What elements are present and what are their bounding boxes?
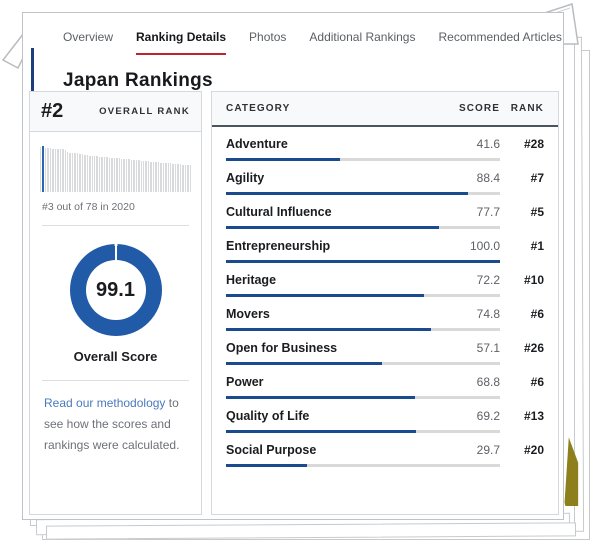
overall-rank-header: #2 OVERALL RANK: [30, 92, 201, 132]
tab-additional-rankings[interactable]: Additional Rankings: [309, 30, 415, 55]
category-label: Movers: [226, 307, 450, 321]
score-value: 68.8: [450, 375, 500, 389]
category-label: Cultural Influence: [226, 205, 450, 219]
tab-ranking-details[interactable]: Ranking Details: [136, 30, 226, 55]
rank-value: #6: [500, 375, 544, 389]
table-row: Adventure 41.6 #28: [212, 127, 558, 161]
overall-score-value: 99.1: [96, 279, 135, 302]
category-label: Quality of Life: [226, 409, 450, 423]
rank-value: #10: [500, 273, 544, 287]
score-value: 57.1: [450, 341, 500, 355]
header-category: CATEGORY: [226, 103, 450, 114]
score-bar-fill: [226, 464, 307, 467]
table-row: Heritage 72.2 #10: [212, 263, 558, 297]
score-value: 100.0: [450, 239, 500, 253]
table-row: Power 68.8 #6: [212, 365, 558, 399]
score-value: 88.4: [450, 171, 500, 185]
rank-value: #7: [500, 171, 544, 185]
category-label: Power: [226, 375, 450, 389]
rank-value: #28: [500, 137, 544, 151]
rank-value: #26: [500, 341, 544, 355]
rank-value: #6: [500, 307, 544, 321]
divider: [42, 225, 189, 226]
rank-histogram: [40, 146, 191, 192]
table-row: Movers 74.8 #6: [212, 297, 558, 331]
table-header: CATEGORY SCORE RANK: [212, 92, 558, 127]
donut-hole: 99.1: [86, 260, 146, 320]
methodology-note: Read our methodology to see how the scor…: [44, 393, 187, 456]
score-value: 77.7: [450, 205, 500, 219]
table-row: Social Purpose 29.7 #20: [212, 433, 558, 467]
table-row: Cultural Influence 77.7 #5: [212, 195, 558, 229]
overall-score-label: Overall Score: [30, 349, 201, 364]
category-label: Heritage: [226, 273, 450, 287]
category-label: Adventure: [226, 137, 450, 151]
score-value: 74.8: [450, 307, 500, 321]
category-rank-table: CATEGORY SCORE RANK Adventure 41.6 #28 A…: [211, 91, 559, 515]
rank-value: #1: [500, 239, 544, 253]
table-row: Open for Business 57.1 #26: [212, 331, 558, 365]
score-value: 69.2: [450, 409, 500, 423]
header-rank: RANK: [500, 103, 544, 114]
methodology-link[interactable]: Read our methodology: [44, 396, 165, 410]
table-row: Quality of Life 69.2 #13: [212, 399, 558, 433]
divider: [42, 380, 189, 381]
category-label: Open for Business: [226, 341, 450, 355]
score-value: 41.6: [450, 137, 500, 151]
score-value: 29.7: [450, 443, 500, 457]
category-label: Entrepreneurship: [226, 239, 450, 253]
tab-recommended-articles[interactable]: Recommended Articles: [438, 30, 561, 55]
table-row: Agility 88.4 #7: [212, 161, 558, 195]
tab-photos[interactable]: Photos: [249, 30, 286, 55]
overall-rank-label: OVERALL RANK: [99, 106, 190, 117]
tab-overview[interactable]: Overview: [63, 30, 113, 55]
overall-rank-card: #2 OVERALL RANK #3 out of 78 in 2020 99.…: [29, 91, 202, 515]
overall-score-donut: 99.1: [70, 244, 162, 336]
overall-rank-value: #2: [41, 100, 63, 123]
rank-value: #13: [500, 409, 544, 423]
tab-bar: Overview Ranking Details Photos Addition…: [63, 30, 553, 55]
score-value: 72.2: [450, 273, 500, 287]
rank-histogram-caption: #3 out of 78 in 2020: [42, 201, 189, 213]
page-title: Japan Rankings: [63, 70, 213, 92]
header-score: SCORE: [450, 103, 500, 114]
rank-value: #5: [500, 205, 544, 219]
main-page: Overview Ranking Details Photos Addition…: [22, 12, 564, 520]
category-label: Social Purpose: [226, 443, 450, 457]
score-bar-track: [226, 464, 500, 467]
navy-edge-decoration: [31, 48, 34, 91]
category-label: Agility: [226, 171, 450, 185]
table-row: Entrepreneurship 100.0 #1: [212, 229, 558, 263]
rank-value: #20: [500, 443, 544, 457]
